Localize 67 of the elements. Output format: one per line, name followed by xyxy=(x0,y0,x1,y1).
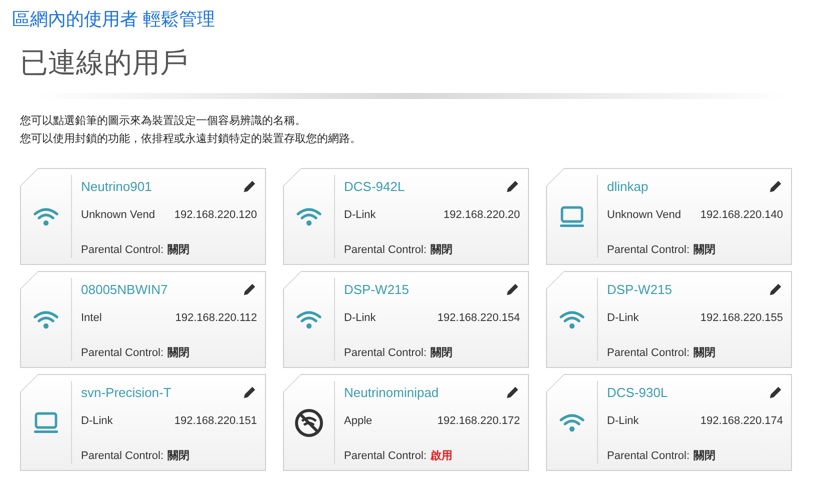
pencil-icon[interactable] xyxy=(505,282,520,297)
device-ip: 192.168.220.154 xyxy=(437,311,520,326)
device-name: Neutrinominipad xyxy=(344,385,439,401)
device-name: dlinkap xyxy=(607,179,648,195)
instruction-text: 您可以使用封鎖的功能，依排程或永遠封鎖特定的裝置存取您的網路。 xyxy=(20,132,362,147)
parental-control-status: 關閉 xyxy=(694,448,716,464)
pencil-icon[interactable] xyxy=(768,385,783,400)
wifi-icon xyxy=(559,310,585,330)
wifi-icon xyxy=(33,206,59,226)
parental-control-label: Parental Control: xyxy=(607,448,690,464)
banner-title: 區網內的使用者 輕鬆管理 xyxy=(12,9,216,29)
device-ip: 192.168.220.120 xyxy=(174,208,257,223)
parental-control-label: Parental Control: xyxy=(81,448,164,464)
parental-control-label: Parental Control: xyxy=(81,242,164,258)
device-ip: 192.168.220.112 xyxy=(175,311,257,326)
device-vendor: D-Link xyxy=(344,208,376,223)
pencil-icon[interactable] xyxy=(768,282,783,297)
device-vendor: D-Link xyxy=(607,414,639,429)
device-name: DSP-W215 xyxy=(607,282,672,298)
device-vendor: D-Link xyxy=(81,414,113,429)
laptop-icon xyxy=(33,412,59,434)
device-vendor: Intel xyxy=(81,311,102,326)
device-ip: 192.168.220.174 xyxy=(700,414,783,429)
pencil-icon[interactable] xyxy=(242,385,257,400)
device-vendor: Unknown Vend xyxy=(81,208,155,223)
device-ip: 192.168.220.20 xyxy=(444,208,520,223)
pencil-icon[interactable] xyxy=(242,179,257,194)
parental-control-label: Parental Control: xyxy=(344,346,427,360)
parental-control-label: Parental Control: xyxy=(344,448,427,464)
pencil-icon[interactable] xyxy=(768,179,783,194)
parental-control-label: Parental Control: xyxy=(607,242,690,258)
parental-control-label: Parental Control: xyxy=(81,346,164,360)
device-name: Neutrino901 xyxy=(81,179,152,195)
parental-control-label: Parental Control: xyxy=(607,346,690,360)
device-name: DCS-930L xyxy=(607,385,668,401)
parental-control-status: 關閉 xyxy=(430,242,453,258)
device-ip: 192.168.220.140 xyxy=(700,208,783,223)
device-vendor: D-Link xyxy=(344,311,376,326)
parental-control-label: Parental Control: xyxy=(344,242,427,258)
parental-control-status: 關閉 xyxy=(694,242,716,258)
device-name: 08005NBWIN7 xyxy=(81,282,168,298)
parental-control-status: 關閉 xyxy=(168,242,190,258)
device-name: DCS-942L xyxy=(344,179,405,195)
pencil-icon[interactable] xyxy=(505,179,520,194)
parental-control-status: 關閉 xyxy=(694,346,716,360)
parental-control-status: 關閉 xyxy=(430,346,453,360)
parental-control-status: 啟用 xyxy=(430,448,453,464)
device-name: svn-Precision-T xyxy=(81,385,172,401)
wifi-icon xyxy=(559,412,585,432)
wifi-icon xyxy=(33,310,59,330)
device-vendor: D-Link xyxy=(607,311,639,326)
device-name: DSP-W215 xyxy=(344,282,410,298)
wifi-icon xyxy=(296,310,322,330)
device-vendor: Apple xyxy=(344,414,372,429)
blocked-wifi-icon xyxy=(294,408,324,438)
laptop-icon xyxy=(559,206,585,228)
device-vendor: Unknown Vend xyxy=(607,208,681,223)
device-ip: 192.168.220.172 xyxy=(437,414,520,429)
pencil-icon[interactable] xyxy=(242,282,257,297)
instruction-text: 您可以點選鉛筆的圖示來為裝置設定一個容易辨識的名稱。 xyxy=(20,114,307,129)
device-ip: 192.168.220.151 xyxy=(174,414,257,429)
page-title: 已連線的用戶 xyxy=(20,45,189,81)
pencil-icon[interactable] xyxy=(505,385,520,400)
parental-control-status: 關閉 xyxy=(168,346,190,360)
wifi-icon xyxy=(296,206,322,226)
device-ip: 192.168.220.155 xyxy=(700,311,783,326)
parental-control-status: 關閉 xyxy=(168,448,190,464)
